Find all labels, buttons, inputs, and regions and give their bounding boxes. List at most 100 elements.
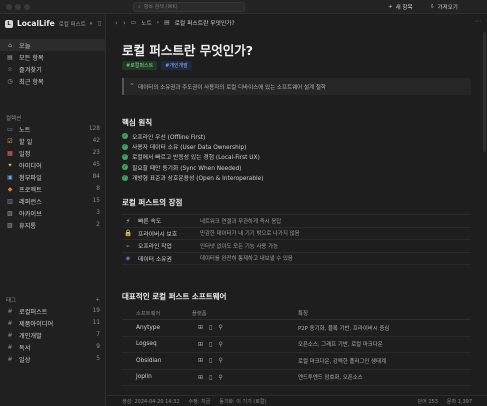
more-options-icon[interactable]: ⋯ xyxy=(475,18,481,25)
star-icon: ☆ xyxy=(7,65,13,73)
sidebar-item-label: 할 일 xyxy=(19,138,33,146)
sidebar-item[interactable]: ▤ 모든 항목 xyxy=(0,51,106,63)
list-item-text: 필요할 때만 동기화 (Sync When Needed) xyxy=(132,165,242,172)
import-icon: ⇩ xyxy=(430,4,435,10)
list-item: ✓ 로컬에서 빠르고 반응성 있는 경험 (Local-First UX) xyxy=(122,152,263,162)
item-count: 42 xyxy=(92,138,100,144)
quote-text: 데이터의 소유권과 주도권이 사용자의 로컬 디바이스에 있는 소프트웨어 설계… xyxy=(138,84,326,91)
platform-icons: ⊞ ▯ ⚲ xyxy=(192,341,298,348)
item-count: 23 xyxy=(92,150,100,156)
breadcrumb-collection[interactable]: 노트 xyxy=(141,18,152,27)
scrollbar[interactable] xyxy=(483,32,486,152)
table-row: ◈ 데이터 소유권 데이터를 완전히 통제하고 내보낼 수 있음 xyxy=(122,253,471,265)
software-name: Joplin xyxy=(136,374,152,381)
checkmark-icon: ✓ xyxy=(122,143,128,150)
linux-icon: ⚲ xyxy=(218,324,223,332)
sidebar-tag[interactable]: # 개인개발 7 xyxy=(0,329,106,341)
list-item: ✓ 필요할 때만 동기화 (Sync When Needed) xyxy=(122,162,263,172)
sidebar-item-label: 아카이브 xyxy=(19,210,42,218)
import-button[interactable]: ⇩ 가져오기 xyxy=(430,2,458,12)
doc-icon: ▤ xyxy=(164,19,170,26)
workspace-name: 로컬 퍼스트 xyxy=(58,21,86,28)
search-input[interactable] xyxy=(143,4,239,10)
principles-list: ✓ 오프라인 우선 (Offline First) ✓ 사용자 데이터 소유 (Use… xyxy=(122,131,263,183)
list-item: ✓ 오프라인 우선 (Offline First) xyxy=(122,131,263,141)
benefit-name: 데이터 소유권 xyxy=(138,256,172,263)
sync-status: 동기화: 이 기기 (로컬) xyxy=(219,398,267,405)
linux-icon: ⚲ xyxy=(218,373,223,381)
checkmark-icon: ✓ xyxy=(122,164,128,171)
benefit-description: 네트워크 연결과 무관하게 즉시 응답 xyxy=(200,218,282,225)
sidebar-item[interactable]: ◆ 프로젝트 8 xyxy=(0,183,106,195)
sidebar-item[interactable]: ☑ 할 일 42 xyxy=(0,135,106,147)
table-row: Logseq ⊞ ▯ ⚲ 오픈소스, 그래프 기반, 로컬 마크다운 xyxy=(122,337,471,353)
close-window-button[interactable] xyxy=(6,4,12,10)
sidebar-tag[interactable]: # 독서 9 xyxy=(0,341,106,353)
column-header: 특징 xyxy=(298,311,308,317)
add-tag-icon[interactable]: + xyxy=(95,297,100,303)
sidebar-toggle-icon[interactable]: ▯ xyxy=(98,20,101,27)
sidebar-item[interactable]: ▭ 노트 128 xyxy=(0,123,106,135)
software-feature: 엔드투엔드 암호화, 오픈소스 xyxy=(298,375,363,382)
new-item-button[interactable]: + 새 항목 xyxy=(388,2,413,12)
benefit-name: 오프라인 작업 xyxy=(138,244,172,251)
breadcrumb: ‹ › ▭ 노트 › ▤ 로컬 퍼스트란 무엇인가? xyxy=(115,18,235,28)
sidebar-item[interactable]: ◷ 최근 항목 xyxy=(0,75,106,87)
back-icon[interactable]: ‹ xyxy=(115,19,118,27)
sidebar-item-label: 아이디어 xyxy=(19,162,42,170)
sidebar-tag[interactable]: # 로컬퍼스트 19 xyxy=(0,305,106,317)
sidebar-item[interactable]: ▨ 휴지통 2 xyxy=(0,219,106,231)
sidebar-item[interactable]: ▧ 아카이브 3 xyxy=(0,207,106,219)
tag-chip[interactable]: #개인개발 xyxy=(161,61,192,70)
tag-label: 제품아이디어 xyxy=(19,320,54,328)
tag-label: 일상 xyxy=(19,356,31,364)
tag-count: 5 xyxy=(96,356,100,362)
todo-icon: ☑ xyxy=(7,137,13,145)
tags-title: 태그 xyxy=(6,297,17,304)
software-name: Anytype xyxy=(136,324,161,331)
forward-icon[interactable]: › xyxy=(123,19,126,27)
sidebar-item[interactable]: ▣ 첨부파일 84 xyxy=(0,171,106,183)
workspace-switcher[interactable]: L LocalLife 로컬 퍼스트 ▾ ▯ xyxy=(5,19,101,28)
page-title[interactable]: 로컬 퍼스트란 무엇인가? xyxy=(122,40,253,59)
sidebar-item[interactable]: ▦ 일정 23 xyxy=(0,147,106,159)
breadcrumb-current: 로컬 퍼스트란 무엇인가? xyxy=(174,21,235,27)
char-count: 문자 1,397 xyxy=(446,398,472,405)
window-controls[interactable] xyxy=(6,4,30,10)
app-logo: L xyxy=(5,19,13,28)
sidebar-item[interactable]: ☆ 즐겨찾기 xyxy=(0,63,106,75)
mobile-icon: ▯ xyxy=(209,373,213,381)
minimize-window-button[interactable] xyxy=(15,4,21,10)
tags-section: 태그 + # 로컬퍼스트 19 # 제품아이디어 11 # 개인개발 7 # 독서 9 # 일상 5 xyxy=(0,294,106,365)
benefit-description: 민감한 데이터가 내 기기 밖으로 나가지 않음 xyxy=(200,231,300,238)
stack-icon: ▤ xyxy=(7,53,13,61)
tag-count: 11 xyxy=(92,320,100,326)
file-icon: ▣ xyxy=(7,173,13,181)
table-row: Anytype ⊞ ▯ ⚲ P2P 동기화, 블록 기반, 프라이버시 중심 xyxy=(122,320,471,337)
lock-icon: 🔒 xyxy=(123,229,133,238)
benefits-table: ⚡ 빠른 속도 네트워크 연결과 무관하게 즉시 응답 🔒 프라이버시 보호 민감한 데이… xyxy=(122,214,471,265)
maximize-window-button[interactable] xyxy=(24,4,30,10)
collections-section: 컬렉션 ▭ 노트 128 ☑ 할 일 42 ▦ 일정 23 ✦ 아이디어 45 ▣ 첨부파일 84 ◆ 프로젝트… xyxy=(0,112,106,231)
sidebar-item[interactable]: ▥ 레퍼런스 15 xyxy=(0,195,106,207)
idea-icon: ✦ xyxy=(7,161,13,169)
search-icon: ⌕ xyxy=(138,4,141,10)
sidebar-tag[interactable]: # 제품아이디어 11 xyxy=(0,317,106,329)
hash-icon: # xyxy=(7,307,13,315)
database-icon: ◈ xyxy=(125,254,131,263)
sidebar-item[interactable]: ⌂ 오늘 xyxy=(0,39,106,51)
sidebar-tag[interactable]: # 일상 5 xyxy=(0,353,106,365)
tag-count: 9 xyxy=(96,344,100,350)
search-box[interactable]: ⌕ xyxy=(133,2,245,12)
status-bar: 생성: 2024-04-20 14:32 수정: 지금 동기화: 이 기기 (로… xyxy=(107,395,487,406)
sidebar-item[interactable]: ✦ 아이디어 45 xyxy=(0,159,106,171)
list-item: ✓ 사용자 데이터 소유 (User Data Ownership) xyxy=(122,141,263,151)
hash-icon: # xyxy=(7,319,13,327)
bolt-icon: ⚡ xyxy=(125,216,131,225)
checkmark-icon: ✓ xyxy=(122,153,128,160)
tag-chip[interactable]: #로컬퍼스트 xyxy=(122,61,158,70)
created-date: 생성: 2024-04-20 14:32 xyxy=(122,398,180,405)
item-count: 45 xyxy=(92,162,100,168)
software-name: Obsidian xyxy=(136,357,162,364)
main-nav: ⌂ 오늘 ▤ 모든 항목 ☆ 즐겨찾기 ◷ 최근 항목 xyxy=(0,39,106,87)
